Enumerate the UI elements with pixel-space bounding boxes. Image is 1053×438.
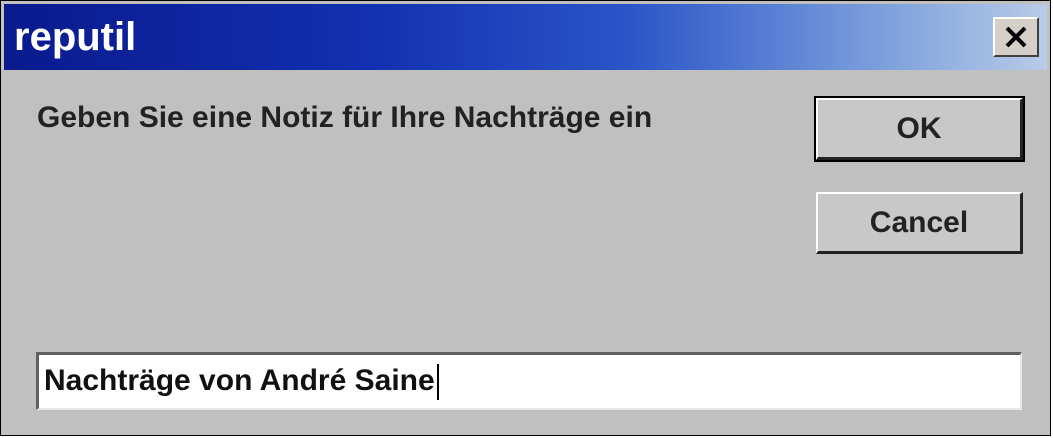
prompt-label: Geben Sie eine Notiz für Ihre Nachträge … [37, 101, 653, 134]
window-title: reputil [14, 15, 137, 59]
note-input[interactable]: Nachträge von André Saine [36, 352, 1022, 410]
ok-button[interactable]: OK [814, 96, 1025, 162]
close-button[interactable] [993, 17, 1039, 57]
close-icon [1005, 26, 1027, 48]
cancel-button[interactable]: Cancel [816, 192, 1023, 254]
note-input-value: Nachträge von André Saine [44, 364, 435, 397]
text-caret [436, 364, 439, 401]
title-bar[interactable]: reputil [4, 4, 1047, 70]
dialog-window: reputil Geben Sie eine Notiz für Ihre Na… [0, 0, 1051, 436]
